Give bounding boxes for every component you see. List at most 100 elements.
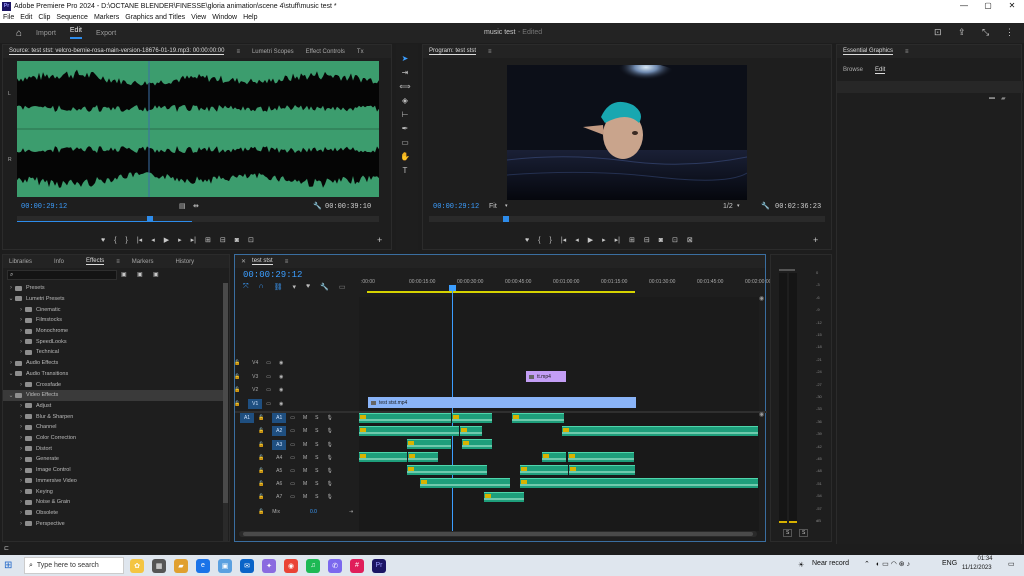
mute-button[interactable]: M	[303, 468, 307, 474]
effects-tree-item[interactable]: › Cinematic	[3, 304, 223, 315]
eye-icon[interactable]: ◉	[279, 374, 283, 380]
play-icon[interactable]: ▶	[164, 236, 169, 244]
work-area-bar[interactable]	[367, 291, 635, 293]
audio-clip[interactable]	[569, 465, 635, 475]
add-button-icon[interactable]: +	[377, 235, 382, 245]
insert-icon[interactable]: ⊞	[205, 236, 211, 244]
settings-icon[interactable]: ▤	[179, 202, 186, 210]
program-timecode-current[interactable]: 00:00:29:12	[433, 203, 479, 211]
sync-lock-icon[interactable]: ▭	[290, 494, 295, 500]
step-back-icon[interactable]: ◂	[151, 236, 155, 244]
clock-time[interactable]: 01:34	[970, 556, 1000, 562]
folder-icon[interactable]: ▰	[1001, 95, 1006, 102]
chevron-down-icon[interactable]: ▾	[737, 203, 740, 209]
panel-menu-icon[interactable]: ≡	[285, 259, 289, 265]
step-back-icon[interactable]: ◂	[575, 236, 579, 244]
audio-clip[interactable]	[359, 413, 451, 423]
chevron-right-icon[interactable]: ›	[17, 467, 25, 473]
tab-history[interactable]: History	[175, 259, 194, 265]
effects-tree-item[interactable]: › Filmstocks	[3, 315, 223, 326]
audio-clip[interactable]	[520, 465, 568, 475]
chevron-down-icon[interactable]: ⌄	[7, 392, 15, 399]
solo-button[interactable]: S	[315, 468, 318, 474]
more-icon[interactable]: ⋮	[1005, 27, 1014, 38]
home-icon[interactable]: ⌂	[16, 28, 22, 39]
menu-sequence[interactable]: Sequence	[56, 14, 88, 21]
sync-lock-icon[interactable]: ▭	[266, 401, 271, 407]
solo-button[interactable]: S	[315, 494, 318, 500]
effects-tree-item[interactable]: › Image Control	[3, 465, 223, 476]
file-explorer-icon[interactable]: ▰	[174, 558, 188, 573]
chevron-right-icon[interactable]: ›	[17, 317, 25, 323]
button-editor-icon[interactable]: ⊠	[687, 236, 693, 244]
sync-lock-icon[interactable]: ▭	[266, 360, 271, 366]
lock-icon[interactable]: 🔓	[258, 494, 264, 500]
new-layer-icon[interactable]: ▬	[989, 95, 995, 101]
source-scrub-bar[interactable]	[17, 216, 379, 222]
program-playhead[interactable]	[503, 216, 509, 222]
effects-scrollbar[interactable]	[223, 283, 228, 541]
track-label[interactable]: A5	[272, 466, 286, 476]
drag-video-icon[interactable]: ⇹	[193, 202, 199, 210]
pen-tool-icon[interactable]: ✒	[398, 124, 412, 136]
microphone-icon[interactable]: 🎙	[326, 494, 332, 500]
lock-icon[interactable]: 🔓	[258, 481, 264, 487]
notification-icon[interactable]: ▭	[1008, 560, 1015, 568]
menu-file[interactable]: File	[3, 14, 14, 21]
chevron-right-icon[interactable]: ›	[17, 456, 25, 462]
tab-browse[interactable]: Browse	[843, 67, 863, 73]
program-title[interactable]: Program: test stst	[429, 48, 477, 55]
play-icon[interactable]: ▶	[588, 236, 593, 244]
windows-start-icon[interactable]: ⊞	[4, 560, 24, 571]
button-editor-icon[interactable]: ⊡	[248, 236, 254, 244]
effects-tree-item[interactable]: ⌄ Video Effects	[3, 390, 223, 401]
chevron-right-icon[interactable]: ›	[17, 435, 25, 441]
copilot-icon[interactable]: ✦	[262, 558, 276, 573]
go-to-end-icon[interactable]: ⇥	[349, 509, 353, 515]
effects-tree-item[interactable]: › SpeedLooks	[3, 337, 223, 348]
microphone-icon[interactable]: 🎙	[326, 415, 332, 421]
mark-in-icon[interactable]: {	[114, 237, 116, 244]
chevron-right-icon[interactable]: ›	[17, 403, 25, 409]
effects-tree-item[interactable]: › Crossfade	[3, 379, 223, 390]
mute-button[interactable]: M	[303, 442, 307, 448]
step-forward-icon[interactable]: ▸	[178, 236, 182, 244]
slack-icon[interactable]: #	[350, 558, 364, 573]
resolution-dropdown[interactable]: 1/2	[723, 203, 733, 210]
spotify-icon[interactable]: ♫	[306, 558, 320, 573]
razor-tool-icon[interactable]: ◈	[398, 96, 412, 108]
tab-edit-graphics[interactable]: Edit	[875, 67, 886, 74]
track-label[interactable]: V3	[248, 372, 262, 382]
mark-out-icon[interactable]: }	[550, 237, 552, 244]
eye-icon[interactable]: ◉	[279, 401, 283, 407]
eye-icon[interactable]: ◉	[279, 387, 283, 393]
menu-window[interactable]: Window	[212, 14, 237, 21]
menu-graphics[interactable]: Graphics and Titles	[125, 14, 185, 21]
track-select-icon[interactable]: ⇥	[398, 68, 412, 80]
lock-icon[interactable]: 🔓	[234, 401, 240, 407]
solo-button[interactable]: S	[315, 428, 318, 434]
audio-clip[interactable]	[512, 413, 564, 423]
microphone-icon[interactable]: 🎙	[326, 481, 332, 487]
solo-button[interactable]: S	[315, 442, 318, 448]
effects-search-input[interactable]: ⌕	[7, 270, 117, 280]
mix-value[interactable]: 0.0	[310, 509, 317, 515]
extract-icon[interactable]: ⊟	[644, 236, 650, 244]
snap-icon[interactable]: ∩	[259, 283, 264, 291]
effects-tree-item[interactable]: › Generate	[3, 454, 223, 465]
clock-date[interactable]: 11/12/2023	[962, 565, 992, 571]
lock-icon[interactable]: 🔓	[234, 374, 240, 380]
quick-export-icon[interactable]: ⊡	[934, 27, 942, 38]
go-to-out-icon[interactable]: ▸|	[191, 236, 196, 244]
fit-dropdown[interactable]: Fit	[489, 203, 497, 210]
effects-tree-item[interactable]: › Channel	[3, 422, 223, 433]
effects-tree-item[interactable]: › Presets	[3, 283, 223, 294]
lock-icon[interactable]: 🔓	[258, 415, 264, 421]
overwrite-icon[interactable]: ⊟	[220, 236, 226, 244]
sequence-tab[interactable]: test stst	[252, 258, 273, 265]
step-forward-icon[interactable]: ▸	[602, 236, 606, 244]
panel-menu-icon[interactable]: ≡	[236, 49, 240, 55]
effects-tree-item[interactable]: › Color Correction	[3, 433, 223, 444]
sync-lock-icon[interactable]: ▭	[290, 481, 295, 487]
audio-track-header[interactable]: 🔓 A5 ▭ M S 🎙	[234, 465, 358, 478]
